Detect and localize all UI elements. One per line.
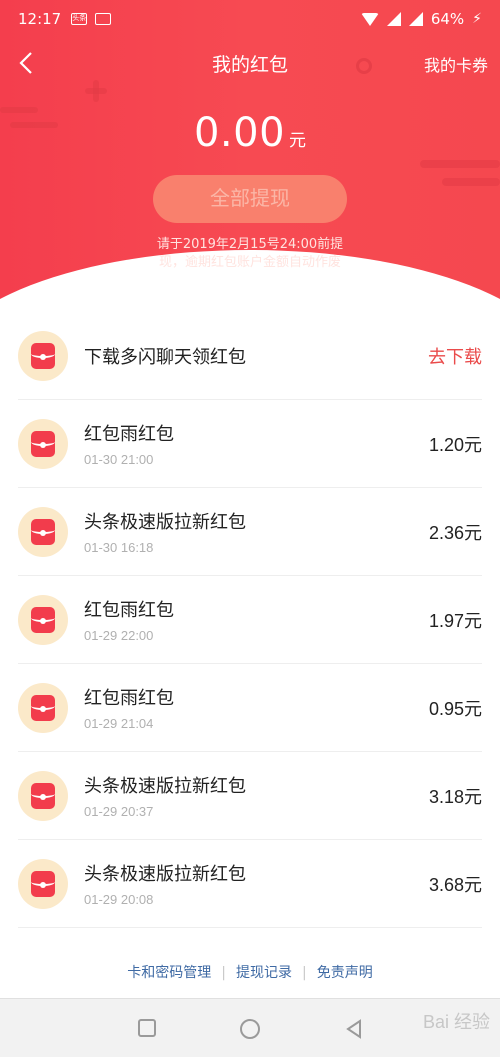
status-bar: 12:17 头条 64% ⚡ bbox=[0, 0, 500, 38]
red-envelope-icon bbox=[18, 682, 68, 733]
watermark: Bai 经验 bbox=[422, 1012, 490, 1032]
decor-plus bbox=[85, 88, 107, 94]
record-title: 红包雨红包 bbox=[84, 688, 174, 709]
record-amount: 0.95元 bbox=[428, 698, 482, 719]
signal-icon bbox=[386, 12, 401, 26]
red-envelope-icon bbox=[18, 418, 68, 469]
list-item: 红包雨红包 01-29 21:04 0.95元 bbox=[18, 664, 482, 752]
expiry-notice: 请于2019年2月15号24:00前提 现，逾期红包账户金额自动作废 bbox=[0, 236, 500, 272]
separator: | bbox=[302, 965, 307, 981]
balance-amount: 0.00 bbox=[193, 110, 286, 156]
card-password-link[interactable]: 卡和密码管理 bbox=[127, 965, 211, 981]
battery-percent: 64% bbox=[430, 10, 465, 28]
notice-line: 请于2019年2月15号24:00前提 bbox=[156, 237, 344, 252]
record-time: 01-29 20:37 bbox=[84, 804, 154, 819]
record-title: 红包雨红包 bbox=[84, 424, 174, 445]
decor-line bbox=[420, 160, 500, 168]
record-amount: 1.20元 bbox=[428, 434, 482, 455]
list-item: 红包雨红包 01-29 22:00 1.97元 bbox=[18, 576, 482, 664]
record-time: 01-30 16:18 bbox=[84, 540, 154, 555]
record-amount: 1.97元 bbox=[428, 610, 482, 631]
record-time: 01-29 22:00 bbox=[84, 628, 154, 643]
list-item: 头条极速版拉新红包 01-30 16:18 2.36元 bbox=[18, 488, 482, 576]
notice-line: 现，逾期红包账户金额自动作废 bbox=[158, 255, 341, 270]
balance-unit: 元 bbox=[289, 131, 307, 151]
promo-title: 下载多闪聊天领红包 bbox=[84, 346, 246, 368]
record-amount: 3.18元 bbox=[428, 786, 482, 807]
image-notification-icon bbox=[95, 13, 112, 25]
recent-apps-icon[interactable] bbox=[138, 1019, 156, 1037]
promo-row[interactable]: 下载多闪聊天领红包 去下载 bbox=[18, 312, 482, 400]
record-time: 01-29 21:04 bbox=[84, 716, 154, 731]
status-time: 12:17 bbox=[18, 10, 62, 28]
nav-bar: 我的红包 我的卡券 bbox=[0, 38, 500, 88]
red-packet-list: 下载多闪聊天领红包 去下载 红包雨红包 01-30 21:00 1.20元 头条… bbox=[0, 312, 500, 928]
list-item: 头条极速版拉新红包 01-29 20:37 3.18元 bbox=[18, 752, 482, 840]
red-envelope-icon bbox=[18, 330, 68, 381]
back-triangle-icon[interactable] bbox=[344, 1019, 364, 1039]
record-title: 头条极速版拉新红包 bbox=[84, 864, 246, 885]
home-icon[interactable] bbox=[240, 1019, 260, 1039]
red-envelope-icon bbox=[18, 770, 68, 821]
record-title: 头条极速版拉新红包 bbox=[84, 512, 246, 533]
decor-line bbox=[442, 178, 500, 186]
record-title: 头条极速版拉新红包 bbox=[84, 776, 246, 797]
withdraw-history-link[interactable]: 提现记录 bbox=[236, 965, 292, 981]
red-envelope-icon bbox=[18, 506, 68, 557]
separator: | bbox=[221, 965, 226, 981]
record-title: 红包雨红包 bbox=[84, 600, 174, 621]
red-envelope-icon bbox=[18, 594, 68, 645]
list-item: 头条极速版拉新红包 01-29 20:08 3.68元 bbox=[18, 840, 482, 928]
wifi-icon bbox=[360, 12, 379, 26]
status-right: 64% ⚡ bbox=[360, 10, 482, 28]
red-envelope-icon bbox=[18, 858, 68, 909]
balance-display: 0.00 元 bbox=[0, 110, 500, 156]
charging-icon: ⚡ bbox=[472, 11, 482, 27]
record-time: 01-30 21:00 bbox=[84, 452, 154, 467]
withdraw-all-button[interactable]: 全部提现 bbox=[153, 175, 347, 223]
record-amount: 2.36元 bbox=[428, 522, 482, 543]
signal-icon bbox=[408, 12, 423, 26]
download-link[interactable]: 去下载 bbox=[428, 343, 482, 369]
record-amount: 3.68元 bbox=[428, 874, 482, 895]
my-coupons-link[interactable]: 我的卡券 bbox=[424, 52, 488, 76]
footer-links: 卡和密码管理 | 提现记录 | 免责声明 bbox=[0, 962, 500, 982]
news-notification-icon: 头条 bbox=[71, 13, 88, 25]
record-time: 01-29 20:08 bbox=[84, 892, 154, 907]
list-item: 红包雨红包 01-30 21:00 1.20元 bbox=[18, 400, 482, 488]
disclaimer-link[interactable]: 免责声明 bbox=[317, 965, 373, 981]
